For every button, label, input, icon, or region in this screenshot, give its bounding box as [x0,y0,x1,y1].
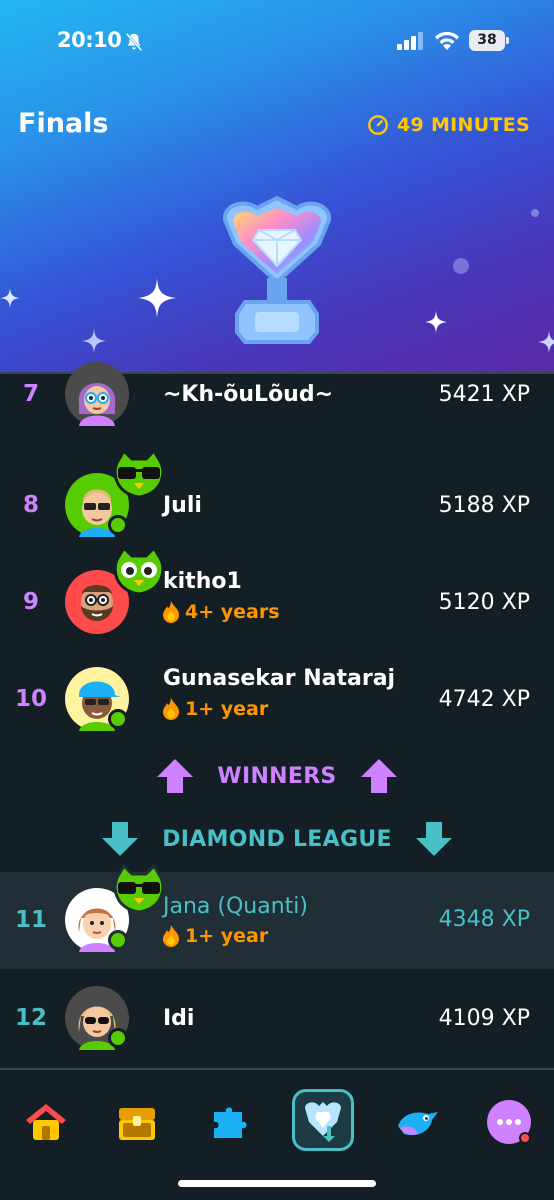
avatar [65,362,129,426]
streak-text: 1+ year [185,925,269,947]
timer-text: 49 MINUTES [397,114,530,136]
online-indicator [108,930,128,950]
status-time: 20:10 [57,28,122,52]
user-name: Jana (Quanti) [163,894,308,919]
online-indicator [108,1028,128,1048]
demotion-zone-divider: DIAMOND LEAGUE [0,822,554,856]
tab-home[interactable] [14,1090,78,1154]
streak-badge: 1+ year [162,698,268,720]
more-icon [487,1100,531,1144]
leaderboard-row[interactable]: 8 Juli 5188 XP [0,449,554,554]
xp-value: 5188 XP [438,493,530,518]
flame-icon [163,925,179,947]
xp-value: 4109 XP [438,1006,530,1031]
dot-decoration [453,258,469,274]
status-bar: 20:10 38 [0,26,554,58]
flame-icon [163,698,179,720]
streak-badge: 1+ year [162,925,268,947]
user-name: ~Kh-õuLõud~ [163,382,334,407]
rank-number: 7 [22,381,39,407]
duo-owl-sunglasses-icon [113,864,165,914]
user-name: Idi [163,1006,195,1031]
treasure-chest-icon [119,1108,155,1140]
timer-badge: 49 MINUTES [367,114,530,136]
arrow-down-icon [415,822,452,856]
streak-text: 1+ year [185,698,269,720]
leaderboard-row-current-user[interactable]: 11 Jana (Quanti) 1+ year 4348 XP [0,864,554,969]
sparkle-icon [538,330,554,354]
online-indicator [108,515,128,535]
leaderboard-row[interactable]: 12 Idi 4109 XP [0,970,554,1067]
tab-practice[interactable] [198,1090,262,1154]
tab-more[interactable] [477,1090,541,1154]
duo-owl-icon [113,546,165,596]
user-name: kitho1 [163,569,242,594]
clock-icon [368,115,388,135]
sparkle-icon [425,310,447,334]
user-name: Juli [163,493,202,518]
wifi-icon [435,31,459,50]
arrow-up-icon [157,759,194,793]
demotion-zone-label: DIAMOND LEAGUE [162,826,392,852]
xp-value: 4348 XP [438,907,530,932]
rank-number: 9 [22,589,39,615]
home-indicator[interactable] [178,1180,376,1187]
bell-muted-icon [125,32,143,52]
duo-owl-sunglasses-icon [113,449,165,499]
online-indicator [108,709,128,729]
promotion-zone-divider: WINNERS [0,759,554,793]
puzzle-icon [214,1107,247,1138]
tab-characters[interactable] [384,1090,448,1154]
dot-decoration [531,209,539,217]
bird-icon [398,1112,438,1136]
xp-value: 5120 XP [438,590,530,615]
tab-quests[interactable] [105,1090,169,1154]
battery-indicator: 38 [469,30,509,51]
arrow-up-icon [360,759,397,793]
tab-leaderboards[interactable] [292,1089,354,1151]
sparkle-icon [138,278,176,318]
user-name: Gunasekar Nataraj [163,666,396,691]
leaderboard-row[interactable]: 9 kitho1 4+ years 5120 XP [0,546,554,651]
leaderboard-shield-icon [305,1102,341,1142]
streak-badge: 4+ years [162,601,280,623]
diamond-trophy-icon [222,195,332,344]
xp-value: 4742 XP [438,687,530,712]
rank-number: 11 [14,907,47,933]
signal-icon [397,32,423,50]
leaderboard-row[interactable]: 7 ~Kh-õuLõud~ 5421 XP [0,360,554,457]
rank-number: 10 [14,686,47,712]
sparkle-icon [82,328,106,354]
rank-number: 8 [22,492,39,518]
arrow-down-icon [102,822,139,856]
xp-value: 5421 XP [438,382,530,407]
promotion-zone-label: WINNERS [217,763,337,789]
sparkle-icon [0,287,20,309]
home-icon [26,1104,66,1140]
leaderboard-row[interactable]: 10 Gunasekar Nataraj 1+ year 4742 XP [0,651,554,748]
league-header: 20:10 38 Finals 49 MINUTES [0,0,554,374]
page-title: Finals [18,108,109,139]
streak-text: 4+ years [185,601,280,623]
rank-number: 12 [14,1005,47,1031]
flame-icon [163,601,179,623]
